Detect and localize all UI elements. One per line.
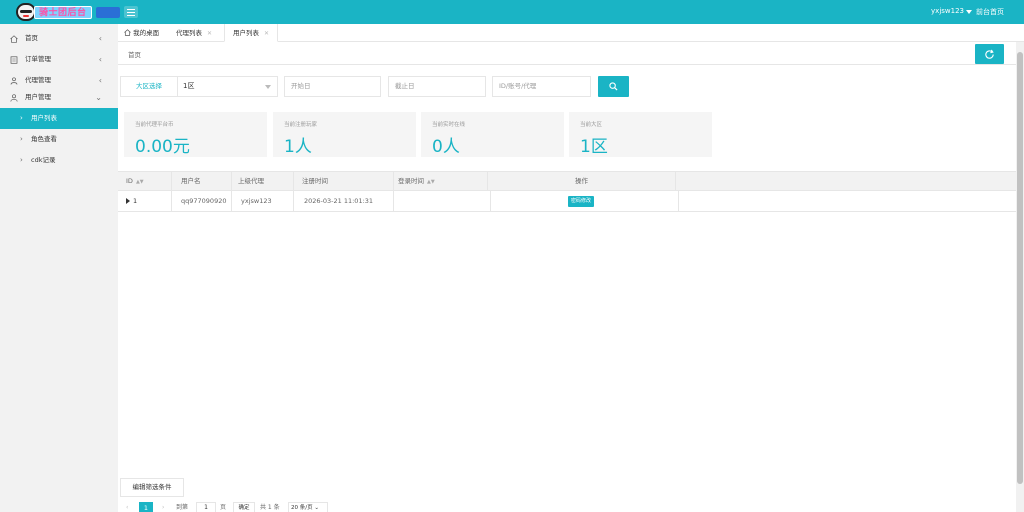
chevron-right-icon: › <box>20 156 23 164</box>
stat-value: 1区 <box>580 137 608 157</box>
cell-parent-agent: yxjsw123 <box>232 191 294 211</box>
sidebar-item-label: 首页 <box>25 34 38 42</box>
tab-label: 我的桌面 <box>133 29 160 37</box>
tab-desktop[interactable]: 我的桌面 <box>124 24 159 42</box>
cell-id[interactable]: 1 <box>118 191 172 211</box>
edit-filter-button[interactable]: 编辑筛选条件 <box>120 478 184 497</box>
chevron-left-icon: ‹ <box>98 34 102 43</box>
scrollbar-thumb[interactable] <box>1017 52 1023 484</box>
sort-icon[interactable]: ▲▼ <box>136 179 144 185</box>
chevron-right-icon: › <box>20 114 23 122</box>
start-date-input[interactable]: 开始日 <box>284 76 381 97</box>
home-icon <box>124 29 131 36</box>
sidebar-item-home[interactable]: 首页 ‹ <box>0 28 118 49</box>
stat-card-online-players: 当前实时在线 0人 <box>421 112 564 157</box>
stat-card-registered-players: 当前注册玩家 1人 <box>273 112 416 157</box>
logo-badge <box>96 7 120 18</box>
cell-login-time <box>394 191 491 211</box>
goto-page-input[interactable]: 1 <box>196 502 216 512</box>
page-size-select[interactable]: 20 条/页 ⌄ <box>288 502 328 512</box>
tab-agent-list[interactable]: 代理列表 ✕ <box>176 24 212 42</box>
sidebar-subitem-label: cdk记录 <box>31 156 56 164</box>
chevron-right-icon: › <box>20 135 23 143</box>
column-header-login-time[interactable]: 登录时间 ▲▼ <box>394 172 488 190</box>
logo[interactable]: 骑士团后台 <box>16 3 120 21</box>
user-name[interactable]: yxjsw123 <box>931 7 964 15</box>
search-button[interactable] <box>598 76 629 97</box>
sidebar-item-label: 用户管理 <box>25 93 51 101</box>
search-icon <box>609 82 618 91</box>
tab-label: 用户列表 <box>233 29 259 37</box>
region-select[interactable]: 1区 <box>177 76 278 97</box>
stat-card-platform-coins: 当前代理平台币 0.00元 <box>124 112 267 157</box>
sidebar: 首页 ‹ 订单管理 ‹ 代理管理 ‹ 用户管理 ⌄ › 用户列表 › 角色查看 … <box>0 24 118 512</box>
caret-down-icon[interactable] <box>966 10 972 14</box>
divider <box>118 64 1016 65</box>
sidebar-subitem-roles[interactable]: › 角色查看 <box>0 129 118 150</box>
id-account-input[interactable]: ID/账号/代理 <box>492 76 591 97</box>
sidebar-subitem-user-list[interactable]: › 用户列表 <box>0 108 118 129</box>
sidebar-item-label: 订单管理 <box>25 55 51 63</box>
region-select-value: 1区 <box>183 82 195 90</box>
column-header-username: 用户名 <box>172 172 232 190</box>
expand-icon[interactable] <box>126 198 130 204</box>
user-icon <box>10 94 18 102</box>
chevron-left-icon: ‹ <box>98 55 102 64</box>
cell-register-time: 2026-03-21 11:01:31 <box>294 191 394 211</box>
stat-value: 1人 <box>284 137 312 157</box>
front-page-link[interactable]: 前台首页 <box>976 7 1004 17</box>
tab-label: 代理列表 <box>176 29 202 37</box>
column-header-actions: 操作 <box>488 172 676 190</box>
goto-confirm-button[interactable]: 确定 <box>233 502 255 512</box>
page-current[interactable]: 1 <box>139 502 153 512</box>
tab-bar: 我的桌面 代理列表 ✕ 用户列表 ✕ <box>118 24 1024 42</box>
cell-username: qq977090920 <box>172 191 232 211</box>
stat-label: 当前注册玩家 <box>284 122 318 128</box>
stat-label: 当前大区 <box>580 122 603 128</box>
stat-label: 当前实时在线 <box>432 122 466 128</box>
table-row[interactable]: 1 qq977090920 yxjsw123 2026-03-21 11:01:… <box>118 191 1016 212</box>
logo-text: 骑士团后台 <box>34 6 92 19</box>
top-bar: 骑士团后台 yxjsw123 前台首页 <box>0 0 1024 24</box>
table-header: ID ▲▼ 用户名 上级代理 注册时间 登录时间 ▲▼ 操作 <box>118 171 1016 191</box>
refresh-button[interactable] <box>975 44 1004 64</box>
sidebar-item-orders[interactable]: 订单管理 ‹ <box>0 49 118 70</box>
logo-mascot-icon <box>16 3 36 21</box>
sidebar-subitem-label: 角色查看 <box>31 135 57 143</box>
stat-value: 0人 <box>432 137 460 157</box>
prev-page-icon[interactable]: ‹ <box>126 502 128 512</box>
next-page-icon[interactable]: › <box>162 502 164 512</box>
scrollbar[interactable] <box>1016 42 1024 512</box>
order-icon <box>10 56 18 64</box>
sort-icon[interactable]: ▲▼ <box>427 179 435 185</box>
page-unit-label: 页 <box>220 504 227 511</box>
caret-down-icon <box>265 85 271 89</box>
stat-card-current-region: 当前大区 1区 <box>569 112 712 157</box>
sidebar-item-users[interactable]: 用户管理 ⌄ <box>0 87 118 108</box>
stat-label: 当前代理平台币 <box>135 122 174 128</box>
stat-value: 0.00元 <box>135 137 190 157</box>
sidebar-subitem-cdk[interactable]: › cdk记录 <box>0 150 118 171</box>
total-count: 共 1 条 <box>260 504 280 511</box>
goto-label: 到第 <box>176 504 189 511</box>
end-date-input[interactable]: 截止日 <box>388 76 486 97</box>
close-icon[interactable]: ✕ <box>207 30 212 37</box>
breadcrumb[interactable]: 首页 <box>128 49 141 59</box>
agent-icon <box>10 77 18 85</box>
chevron-down-icon: ⌄ <box>314 505 319 511</box>
home-icon <box>10 35 18 43</box>
tab-user-list[interactable]: 用户列表 ✕ <box>224 24 279 42</box>
sidebar-subitem-label: 用户列表 <box>31 114 57 122</box>
close-icon[interactable]: ✕ <box>264 30 269 37</box>
column-header-register-time: 注册时间 <box>294 172 394 190</box>
region-select-label: 大区选择 <box>120 76 178 97</box>
column-header-parent-agent: 上级代理 <box>232 172 294 190</box>
refresh-icon <box>985 49 994 59</box>
chevron-down-icon: ⌄ <box>95 93 102 102</box>
menu-toggle-button[interactable] <box>124 6 138 18</box>
change-password-button[interactable]: 密码修改 <box>568 196 595 207</box>
column-header-id[interactable]: ID ▲▼ <box>118 172 172 190</box>
